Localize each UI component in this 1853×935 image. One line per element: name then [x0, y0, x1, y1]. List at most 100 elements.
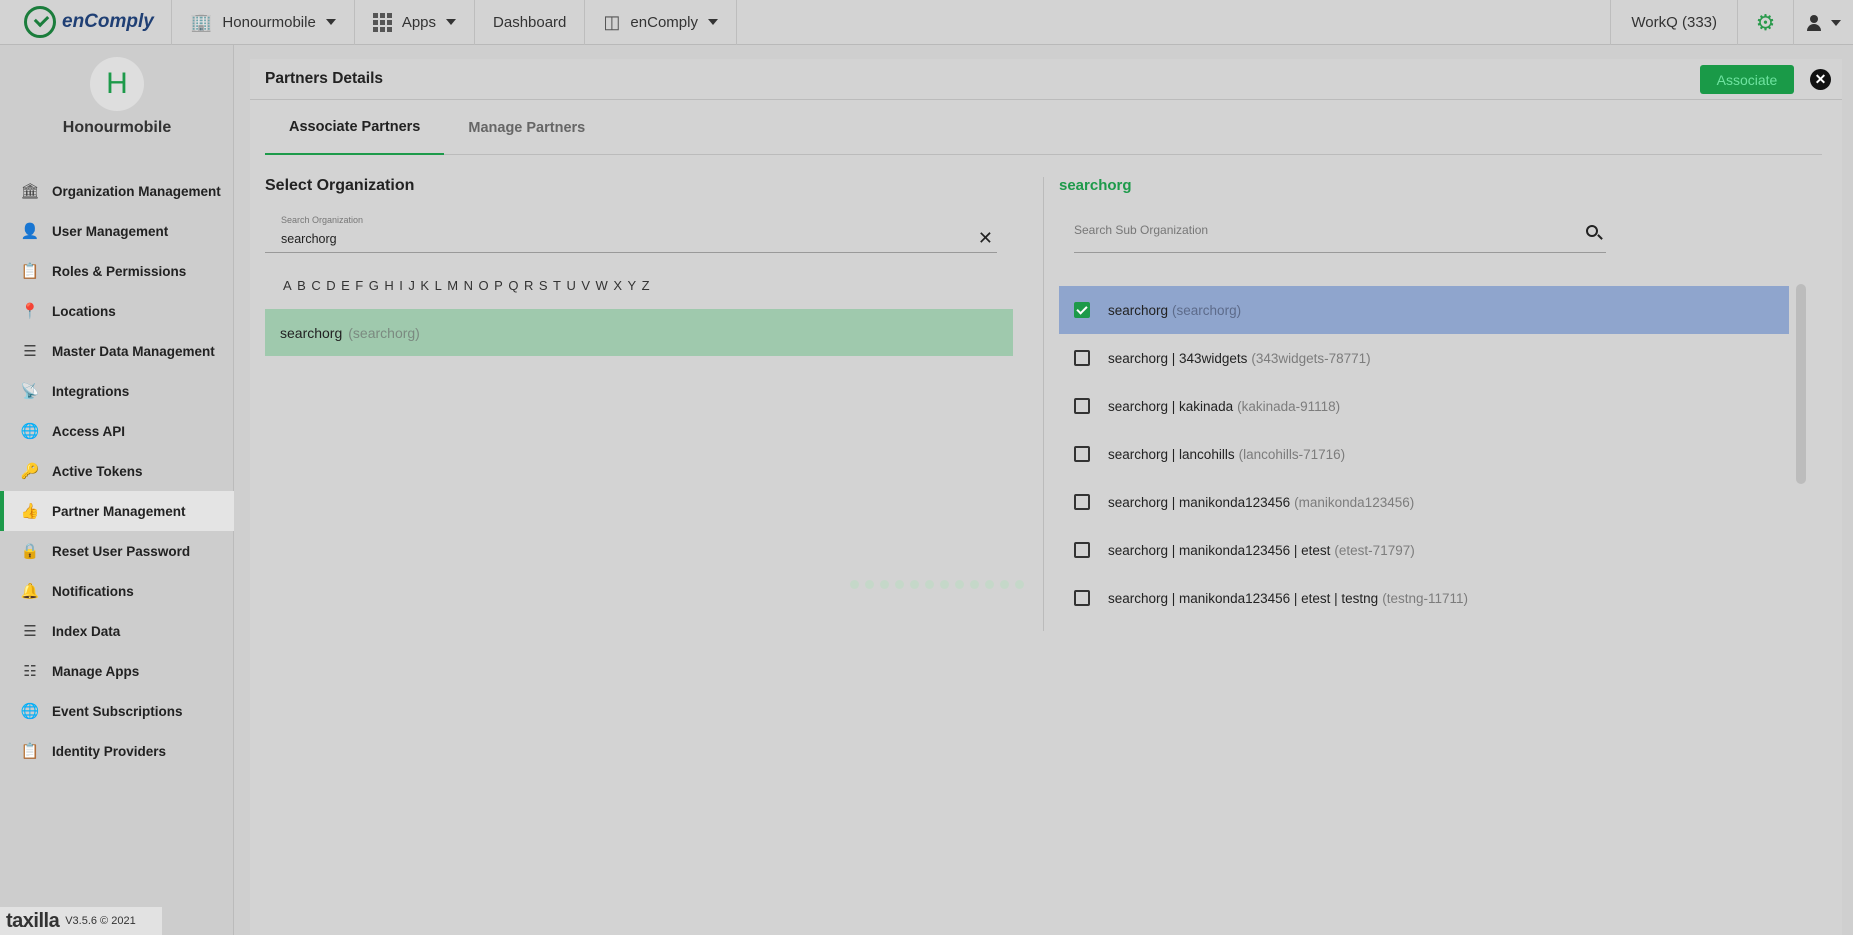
sub-organization-row[interactable]: searchorg | kakinada (kakinada-91118) [1059, 382, 1789, 430]
chevron-down-icon [707, 19, 718, 25]
checkbox[interactable] [1074, 590, 1090, 606]
sub-organization-name: searchorg | 343widgets [1108, 350, 1248, 366]
sidebar-item-master-data-management[interactable]: ☰ Master Data Management [0, 331, 234, 371]
checkbox[interactable] [1074, 446, 1090, 462]
sub-organization-name: searchorg | manikonda123456 | etest | te… [1108, 590, 1379, 606]
sidebar-item-user-management[interactable]: 👤 User Management [0, 211, 234, 251]
tab-manage-partners[interactable]: Manage Partners [444, 101, 609, 155]
alphabet-letter[interactable]: Q [508, 278, 518, 293]
chevron-down-icon [1830, 19, 1841, 26]
alphabet-letter[interactable]: A [283, 278, 292, 293]
list-icon: ☰ [23, 343, 37, 360]
sidebar-item-integrations[interactable]: 📡 Integrations [0, 371, 234, 411]
sidebar-item-label: Manage Apps [52, 663, 140, 679]
alphabet-letter[interactable]: J [408, 278, 415, 293]
scrollbar-thumb[interactable] [1796, 284, 1806, 484]
sidebar-item-label: Access API [52, 423, 126, 439]
sidebar-item-event-subscriptions[interactable]: 🌐 Event Subscriptions [0, 691, 234, 731]
sidebar-item-notifications[interactable]: 🔔 Notifications [0, 571, 234, 611]
id-badge-icon: 📋 [20, 743, 40, 760]
alphabet-letter[interactable]: B [297, 278, 306, 293]
alphabet-letter[interactable]: K [420, 278, 429, 293]
alphabet-letter[interactable]: L [435, 278, 442, 293]
sub-organization-row[interactable]: searchorg | manikonda123456 | etest | te… [1059, 574, 1789, 622]
sub-organization-row[interactable]: searchorg | manikonda123456 (manikonda123… [1059, 478, 1789, 526]
app-switcher[interactable]: ◫ enComply [585, 0, 737, 45]
search-icon[interactable] [1586, 225, 1598, 237]
search-sub-organization-field[interactable]: Search Sub Organization [1074, 211, 1606, 253]
scrollbar[interactable] [1796, 284, 1806, 489]
alphabet-letter[interactable]: G [369, 278, 379, 293]
search-organization-input[interactable]: searchorg [281, 232, 337, 246]
gear-icon[interactable]: ⚙ [1737, 0, 1793, 45]
organization-result-row[interactable]: searchorg (searchorg) [265, 309, 1013, 356]
alphabet-letter[interactable]: C [311, 278, 320, 293]
checkbox[interactable] [1074, 542, 1090, 558]
clear-icon[interactable]: ✕ [978, 228, 993, 249]
sidebar-item-label: Roles & Permissions [52, 263, 187, 279]
encomply-logo[interactable]: enComply [0, 0, 172, 45]
sidebar-item-label: Locations [52, 303, 116, 319]
alphabet-letter[interactable]: P [494, 278, 503, 293]
dashboard-link[interactable]: Dashboard [475, 0, 586, 45]
sub-organization-row[interactable]: searchorg | lancohills (lancohills-71716) [1059, 430, 1789, 478]
alphabet-letter[interactable]: R [524, 278, 533, 293]
sub-organization-row[interactable]: searchorg | manikonda123456 | etest (etes… [1059, 526, 1789, 574]
apps-menu[interactable]: Apps [355, 0, 476, 45]
associate-button[interactable]: Associate [1700, 65, 1794, 94]
key-icon: 🔑 [20, 463, 40, 480]
sub-organization-row[interactable]: searchorg (searchorg) [1059, 286, 1789, 334]
chevron-down-icon [446, 19, 457, 25]
building-icon: 🏢 [190, 11, 213, 32]
sub-organization-name: searchorg | manikonda123456 [1108, 494, 1291, 510]
organization-result-code: (searchorg) [348, 324, 420, 341]
sidebar-item-reset-user-password[interactable]: 🔒 Reset User Password [0, 531, 234, 571]
checkbox[interactable] [1074, 350, 1090, 366]
sidebar-item-partner-management[interactable]: 👍 Partner Management [0, 491, 234, 531]
logo-text: enComply [62, 11, 154, 32]
alphabet-letter[interactable]: F [355, 278, 363, 293]
alphabet-letter[interactable]: V [581, 278, 590, 293]
sidebar-item-access-api[interactable]: 🌐 Access API [0, 411, 234, 451]
apps-grid-icon: ☷ [23, 663, 37, 680]
checkbox[interactable] [1074, 494, 1090, 510]
alphabet-letter[interactable]: S [539, 278, 548, 293]
alphabet-letter[interactable]: N [464, 278, 473, 293]
sidebar-item-identity-providers[interactable]: 📋 Identity Providers [0, 731, 234, 771]
alphabet-letter[interactable]: H [384, 278, 393, 293]
sidebar-item-roles-permissions[interactable]: 📋 Roles & Permissions [0, 251, 234, 291]
apps-grid-icon [372, 12, 392, 32]
org-switcher[interactable]: 🏢 Honourmobile [172, 0, 355, 45]
tab-associate-partners[interactable]: Associate Partners [265, 101, 445, 155]
partners-details-panel: Partners Details Associate ✕ Associate P… [250, 59, 1842, 935]
sub-organization-row[interactable]: searchorg | 343widgets (343widgets-78771) [1059, 334, 1789, 382]
alphabet-letter[interactable]: M [447, 278, 458, 293]
version-text: V3.5.6 © 2021 [65, 915, 136, 927]
alphabet-letter[interactable]: O [479, 278, 489, 293]
sidebar-item-organization-management[interactable]: 🏛 Organization Management [0, 171, 234, 211]
workq-link[interactable]: WorkQ (333) [1610, 0, 1737, 45]
alphabet-letter[interactable]: E [341, 278, 350, 293]
alphabet-letter[interactable]: X [613, 278, 622, 293]
sidebar-item-locations[interactable]: 📍 Locations [0, 291, 234, 331]
user-menu[interactable] [1793, 0, 1853, 45]
alphabet-letter[interactable]: Y [627, 278, 636, 293]
search-sub-organization-input[interactable]: Search Sub Organization [1074, 223, 1208, 237]
sidebar-item-index-data[interactable]: ☰ Index Data [0, 611, 234, 651]
alphabet-letter[interactable]: D [326, 278, 335, 293]
bank-icon: 🏛 [20, 183, 40, 200]
sidebar-org-name: Honourmobile [62, 119, 172, 136]
checkbox[interactable] [1074, 398, 1090, 414]
alphabet-letter[interactable]: T [553, 278, 561, 293]
close-icon[interactable]: ✕ [1810, 69, 1831, 90]
sidebar-item-manage-apps[interactable]: ☷ Manage Apps [0, 651, 234, 691]
sidebar-item-label: Master Data Management [52, 343, 215, 359]
alphabet-letter[interactable]: Z [642, 278, 650, 293]
avatar: H [90, 57, 144, 111]
checkbox[interactable] [1074, 302, 1090, 318]
alphabet-letter[interactable]: U [566, 278, 575, 293]
search-organization-field[interactable]: Search Organization searchorg ✕ [265, 211, 997, 253]
sidebar-item-active-tokens[interactable]: 🔑 Active Tokens [0, 451, 234, 491]
alphabet-letter[interactable]: I [399, 278, 403, 293]
alphabet-letter[interactable]: W [596, 278, 608, 293]
